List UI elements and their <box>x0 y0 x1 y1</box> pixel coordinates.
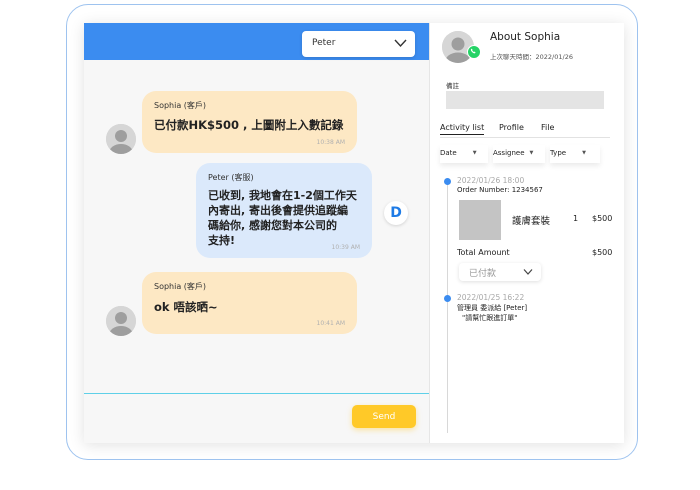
product-image <box>459 200 501 240</box>
contact-info-panel: About Sophia 上次聊天時間：2022/01/26 備註 Activi… <box>429 23 624 443</box>
filter-date-label: Date <box>440 149 457 157</box>
filter-type[interactable]: Type ▼ <box>550 145 600 163</box>
product-name: 護膚套裝 <box>512 216 551 227</box>
message-sender: Sophia (客戶) <box>154 101 207 110</box>
payment-status-select[interactable]: 已付款 <box>459 263 541 281</box>
chat-header: Peter <box>84 23 429 60</box>
user-avatar-icon <box>106 306 136 336</box>
tabs-divider <box>440 137 610 138</box>
filter-date[interactable]: Date ▼ <box>440 145 488 163</box>
customer-avatar <box>106 306 136 336</box>
contact-select-value: Peter <box>312 38 336 48</box>
timeline-dot-icon <box>444 178 451 185</box>
message-bubble-customer: Sophia (客戶) ok 唔該晒~ 10:41 AM <box>142 272 357 334</box>
last-chat-time: 上次聊天時間：2022/01/26 <box>490 53 573 61</box>
customer-avatar <box>106 124 136 154</box>
activity-note-text: "請幫忙跟進訂單" <box>462 314 518 322</box>
activity-timestamp: 2022/01/25 16:22 <box>457 293 525 302</box>
message-sender: Sophia (客戶) <box>154 282 207 291</box>
user-avatar-icon <box>106 124 136 154</box>
payment-status-value: 已付款 <box>469 269 497 279</box>
product-price: $500 <box>592 214 613 223</box>
message-bubble-customer: Sophia (客戶) 已付款HK$500 , 上圖附上入數記錄 10:38 A… <box>142 91 357 153</box>
product-quantity: 1 <box>573 214 579 223</box>
message-bubble-agent: Peter (客服) 已收到, 我地會在1-2個工作天 內寄出, 寄出後會提供追… <box>196 163 372 258</box>
note-label: 備註 <box>446 82 459 90</box>
activity-assign-text: 管理員 委派給 [Peter] <box>457 304 528 312</box>
total-amount-value: $500 <box>592 248 613 257</box>
chevron-down-icon <box>394 39 407 48</box>
message-sender: Peter (客服) <box>208 173 254 182</box>
tab-profile[interactable]: Profile <box>499 123 524 132</box>
message-text: 已收到, 我地會在1-2個工作天 內寄出, 寄出後會提供追蹤編 碼給你, 感謝您… <box>208 189 357 247</box>
message-text: ok 唔該晒~ <box>154 300 218 314</box>
chevron-down-icon: ▼ <box>472 150 477 156</box>
order-number: Order Number: 1234567 <box>457 186 543 194</box>
message-time: 10:41 AM <box>316 320 345 327</box>
chevron-down-icon <box>523 269 533 275</box>
tab-file[interactable]: File <box>541 123 554 132</box>
message-text: 已付款HK$500 , 上圖附上入數記錄 <box>154 118 344 132</box>
filter-assignee[interactable]: Assignee ▼ <box>493 145 545 163</box>
app-window: Peter Sophia (客戶) 已付款HK$500 , 上圖附上入數記錄 1… <box>84 23 624 443</box>
contact-select[interactable]: Peter <box>302 31 415 57</box>
note-input[interactable] <box>446 91 604 109</box>
total-amount-label: Total Amount <box>457 248 510 257</box>
activity-timestamp: 2022/01/26 18:00 <box>457 176 525 185</box>
message-time: 10:39 AM <box>331 244 360 251</box>
info-tabs: Activity list Profile File <box>440 123 610 137</box>
filter-assignee-label: Assignee <box>493 149 525 157</box>
message-time: 10:38 AM <box>316 139 345 146</box>
agent-badge: D <box>384 201 408 225</box>
timeline-dot-icon <box>444 295 451 302</box>
chevron-down-icon: ▼ <box>582 150 586 156</box>
chevron-down-icon: ▼ <box>529 150 534 156</box>
tab-activity-list[interactable]: Activity list <box>440 123 485 135</box>
filter-type-label: Type <box>550 149 567 157</box>
whatsapp-icon <box>467 45 481 59</box>
send-button[interactable]: Send <box>352 405 416 428</box>
activity-filters: Date ▼ Assignee ▼ Type ▼ <box>440 145 615 163</box>
timeline-line <box>447 183 448 433</box>
chat-panel: Peter Sophia (客戶) 已付款HK$500 , 上圖附上入數記錄 1… <box>84 23 429 443</box>
contact-title: About Sophia <box>490 31 561 43</box>
